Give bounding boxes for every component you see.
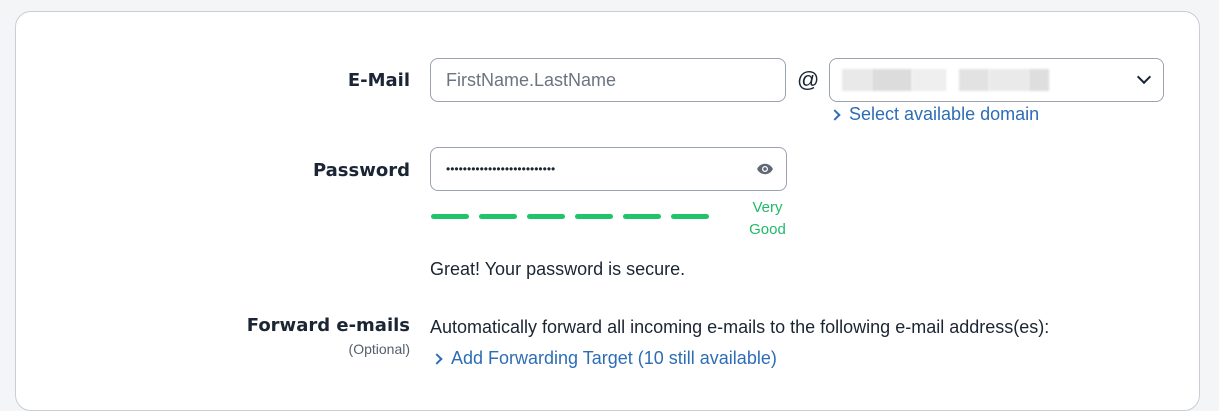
strength-segment	[575, 214, 613, 219]
select-domain-link[interactable]: Select available domain	[829, 104, 1040, 125]
domain-select[interactable]	[829, 58, 1164, 102]
password-label: Password	[312, 160, 410, 181]
strength-label-line2: Good	[749, 221, 786, 238]
email-label: E-Mail	[347, 70, 410, 91]
forward-optional-label: (Optional)	[348, 341, 410, 357]
chevron-right-icon	[829, 108, 841, 121]
password-strength-meter	[431, 214, 709, 219]
at-symbol: @	[797, 67, 820, 92]
add-forwarding-target-label: Add Forwarding Target (10 still availabl…	[451, 348, 777, 368]
email-local-part-input[interactable]	[446, 69, 770, 91]
strength-segment	[479, 214, 517, 219]
strength-segment	[527, 214, 565, 219]
strength-segment	[623, 214, 661, 219]
password-field[interactable]: ••••••••••••••••••••••••••	[430, 147, 787, 191]
select-domain-link-label: Select available domain	[849, 104, 1040, 124]
strength-segment	[671, 214, 709, 219]
password-status-message: Great! Your password is secure.	[430, 259, 686, 279]
strength-label-line1: Very	[752, 199, 783, 216]
chevron-right-icon	[431, 352, 443, 365]
forward-emails-label: Forward e-mails	[246, 315, 410, 336]
eye-icon[interactable]	[756, 160, 774, 178]
email-local-part-field[interactable]	[430, 58, 786, 102]
add-forwarding-target-link[interactable]: Add Forwarding Target (10 still availabl…	[431, 348, 777, 369]
domain-value-redacted	[842, 69, 1049, 91]
strength-segment	[431, 214, 469, 219]
password-masked-value[interactable]: ••••••••••••••••••••••••••	[446, 162, 555, 176]
chevron-down-icon	[1136, 69, 1152, 85]
forward-description: Automatically forward all incoming e-mai…	[430, 317, 1050, 337]
password-strength-label: Very Good	[740, 197, 795, 241]
